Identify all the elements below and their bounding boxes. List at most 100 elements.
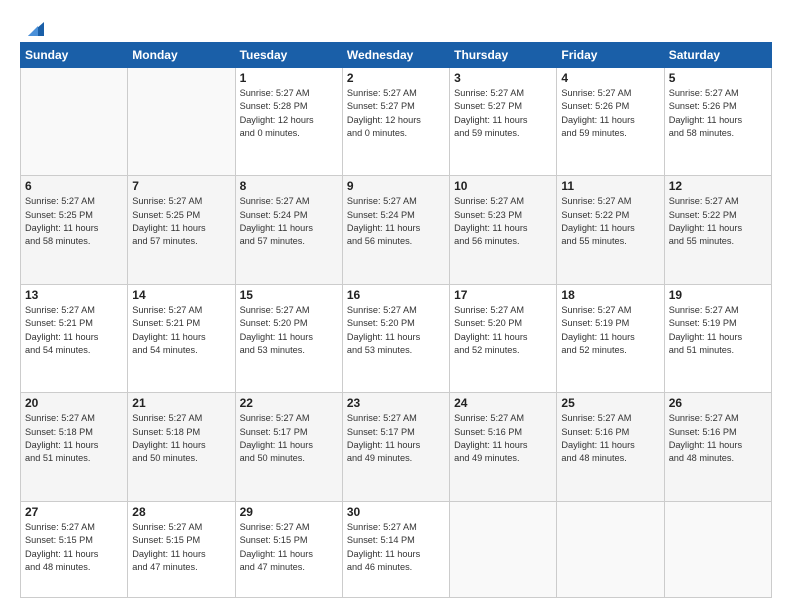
day-cell: 7 Sunrise: 5:27 AM Sunset: 5:25 PM Daylig… bbox=[128, 176, 235, 284]
day-number: 12 bbox=[669, 179, 767, 193]
day-info: Sunrise: 5:27 AM Sunset: 5:23 PM Dayligh… bbox=[454, 195, 552, 248]
day-cell: 17 Sunrise: 5:27 AM Sunset: 5:20 PM Dayli… bbox=[450, 284, 557, 392]
header bbox=[20, 18, 772, 32]
col-header-thursday: Thursday bbox=[450, 43, 557, 68]
day-number: 3 bbox=[454, 71, 552, 85]
day-info: Sunrise: 5:27 AM Sunset: 5:17 PM Dayligh… bbox=[240, 412, 338, 465]
day-number: 29 bbox=[240, 505, 338, 519]
day-cell: 28Sunrise: 5:27 AM Sunset: 5:15 PM Dayli… bbox=[128, 501, 235, 597]
day-cell: 24Sunrise: 5:27 AM Sunset: 5:16 PM Dayli… bbox=[450, 393, 557, 501]
day-cell: 30Sunrise: 5:27 AM Sunset: 5:14 PM Dayli… bbox=[342, 501, 449, 597]
day-info: Sunrise: 5:27 AM Sunset: 5:26 PM Dayligh… bbox=[669, 87, 767, 140]
page: SundayMondayTuesdayWednesdayThursdayFrid… bbox=[0, 0, 792, 612]
day-number: 7 bbox=[132, 179, 230, 193]
day-number: 28 bbox=[132, 505, 230, 519]
day-number: 11 bbox=[561, 179, 659, 193]
day-cell: 9 Sunrise: 5:27 AM Sunset: 5:24 PM Daylig… bbox=[342, 176, 449, 284]
week-row-3: 13 Sunrise: 5:27 AM Sunset: 5:21 PM Dayli… bbox=[21, 284, 772, 392]
day-number: 14 bbox=[132, 288, 230, 302]
day-number: 27 bbox=[25, 505, 123, 519]
day-info: Sunrise: 5:27 AM Sunset: 5:14 PM Dayligh… bbox=[347, 521, 445, 574]
day-info: Sunrise: 5:27 AM Sunset: 5:16 PM Dayligh… bbox=[454, 412, 552, 465]
day-info: Sunrise: 5:27 AM Sunset: 5:25 PM Dayligh… bbox=[25, 195, 123, 248]
day-number: 4 bbox=[561, 71, 659, 85]
day-info: Sunrise: 5:27 AM Sunset: 5:21 PM Dayligh… bbox=[25, 304, 123, 357]
day-number: 6 bbox=[25, 179, 123, 193]
day-cell: 2 Sunrise: 5:27 AM Sunset: 5:27 PM Daylig… bbox=[342, 68, 449, 176]
day-info: Sunrise: 5:27 AM Sunset: 5:19 PM Dayligh… bbox=[561, 304, 659, 357]
day-cell: 1 Sunrise: 5:27 AM Sunset: 5:28 PM Daylig… bbox=[235, 68, 342, 176]
day-cell: 6 Sunrise: 5:27 AM Sunset: 5:25 PM Daylig… bbox=[21, 176, 128, 284]
day-info: Sunrise: 5:27 AM Sunset: 5:18 PM Dayligh… bbox=[132, 412, 230, 465]
day-info: Sunrise: 5:27 AM Sunset: 5:22 PM Dayligh… bbox=[561, 195, 659, 248]
day-cell: 26 Sunrise: 5:27 AM Sunset: 5:16 PM Dayli… bbox=[664, 393, 771, 501]
day-number: 22 bbox=[240, 396, 338, 410]
day-info: Sunrise: 5:27 AM Sunset: 5:21 PM Dayligh… bbox=[132, 304, 230, 357]
day-cell bbox=[450, 501, 557, 597]
day-cell bbox=[128, 68, 235, 176]
col-header-wednesday: Wednesday bbox=[342, 43, 449, 68]
day-number: 18 bbox=[561, 288, 659, 302]
day-cell: 3Sunrise: 5:27 AM Sunset: 5:27 PM Daylig… bbox=[450, 68, 557, 176]
day-info: Sunrise: 5:27 AM Sunset: 5:24 PM Dayligh… bbox=[240, 195, 338, 248]
day-number: 25 bbox=[561, 396, 659, 410]
day-info: Sunrise: 5:27 AM Sunset: 5:20 PM Dayligh… bbox=[454, 304, 552, 357]
day-number: 9 bbox=[347, 179, 445, 193]
day-cell: 11 Sunrise: 5:27 AM Sunset: 5:22 PM Dayli… bbox=[557, 176, 664, 284]
day-info: Sunrise: 5:27 AM Sunset: 5:16 PM Dayligh… bbox=[669, 412, 767, 465]
day-info: Sunrise: 5:27 AM Sunset: 5:15 PM Dayligh… bbox=[25, 521, 123, 574]
day-number: 26 bbox=[669, 396, 767, 410]
logo-icon bbox=[22, 18, 44, 36]
day-cell: 27 Sunrise: 5:27 AM Sunset: 5:15 PM Dayli… bbox=[21, 501, 128, 597]
col-header-friday: Friday bbox=[557, 43, 664, 68]
calendar-table: SundayMondayTuesdayWednesdayThursdayFrid… bbox=[20, 42, 772, 598]
header-row: SundayMondayTuesdayWednesdayThursdayFrid… bbox=[21, 43, 772, 68]
day-number: 13 bbox=[25, 288, 123, 302]
day-cell: 13 Sunrise: 5:27 AM Sunset: 5:21 PM Dayli… bbox=[21, 284, 128, 392]
day-number: 1 bbox=[240, 71, 338, 85]
day-cell: 25 Sunrise: 5:27 AM Sunset: 5:16 PM Dayli… bbox=[557, 393, 664, 501]
week-row-1: 1 Sunrise: 5:27 AM Sunset: 5:28 PM Daylig… bbox=[21, 68, 772, 176]
day-info: Sunrise: 5:27 AM Sunset: 5:20 PM Dayligh… bbox=[240, 304, 338, 357]
day-info: Sunrise: 5:27 AM Sunset: 5:15 PM Dayligh… bbox=[240, 521, 338, 574]
col-header-tuesday: Tuesday bbox=[235, 43, 342, 68]
day-cell: 21 Sunrise: 5:27 AM Sunset: 5:18 PM Dayli… bbox=[128, 393, 235, 501]
day-cell: 22 Sunrise: 5:27 AM Sunset: 5:17 PM Dayli… bbox=[235, 393, 342, 501]
day-number: 21 bbox=[132, 396, 230, 410]
day-cell bbox=[557, 501, 664, 597]
day-cell: 4 Sunrise: 5:27 AM Sunset: 5:26 PM Daylig… bbox=[557, 68, 664, 176]
day-cell: 18 Sunrise: 5:27 AM Sunset: 5:19 PM Dayli… bbox=[557, 284, 664, 392]
day-info: Sunrise: 5:27 AM Sunset: 5:27 PM Dayligh… bbox=[347, 87, 445, 140]
day-info: Sunrise: 5:27 AM Sunset: 5:18 PM Dayligh… bbox=[25, 412, 123, 465]
day-info: Sunrise: 5:27 AM Sunset: 5:24 PM Dayligh… bbox=[347, 195, 445, 248]
day-info: Sunrise: 5:27 AM Sunset: 5:28 PM Dayligh… bbox=[240, 87, 338, 140]
week-row-4: 20Sunrise: 5:27 AM Sunset: 5:18 PM Dayli… bbox=[21, 393, 772, 501]
week-row-5: 27 Sunrise: 5:27 AM Sunset: 5:15 PM Dayli… bbox=[21, 501, 772, 597]
day-number: 2 bbox=[347, 71, 445, 85]
day-info: Sunrise: 5:27 AM Sunset: 5:26 PM Dayligh… bbox=[561, 87, 659, 140]
logo bbox=[20, 18, 44, 32]
day-info: Sunrise: 5:27 AM Sunset: 5:17 PM Dayligh… bbox=[347, 412, 445, 465]
day-cell: 16 Sunrise: 5:27 AM Sunset: 5:20 PM Dayli… bbox=[342, 284, 449, 392]
day-cell: 5Sunrise: 5:27 AM Sunset: 5:26 PM Daylig… bbox=[664, 68, 771, 176]
day-number: 16 bbox=[347, 288, 445, 302]
day-cell: 20Sunrise: 5:27 AM Sunset: 5:18 PM Dayli… bbox=[21, 393, 128, 501]
day-cell: 12 Sunrise: 5:27 AM Sunset: 5:22 PM Dayli… bbox=[664, 176, 771, 284]
col-header-sunday: Sunday bbox=[21, 43, 128, 68]
day-info: Sunrise: 5:27 AM Sunset: 5:25 PM Dayligh… bbox=[132, 195, 230, 248]
week-row-2: 6 Sunrise: 5:27 AM Sunset: 5:25 PM Daylig… bbox=[21, 176, 772, 284]
day-info: Sunrise: 5:27 AM Sunset: 5:16 PM Dayligh… bbox=[561, 412, 659, 465]
day-cell: 15Sunrise: 5:27 AM Sunset: 5:20 PM Dayli… bbox=[235, 284, 342, 392]
day-number: 23 bbox=[347, 396, 445, 410]
day-info: Sunrise: 5:27 AM Sunset: 5:19 PM Dayligh… bbox=[669, 304, 767, 357]
day-number: 17 bbox=[454, 288, 552, 302]
day-number: 10 bbox=[454, 179, 552, 193]
col-header-saturday: Saturday bbox=[664, 43, 771, 68]
col-header-monday: Monday bbox=[128, 43, 235, 68]
day-cell: 10 Sunrise: 5:27 AM Sunset: 5:23 PM Dayli… bbox=[450, 176, 557, 284]
day-number: 19 bbox=[669, 288, 767, 302]
day-info: Sunrise: 5:27 AM Sunset: 5:20 PM Dayligh… bbox=[347, 304, 445, 357]
day-info: Sunrise: 5:27 AM Sunset: 5:22 PM Dayligh… bbox=[669, 195, 767, 248]
day-number: 8 bbox=[240, 179, 338, 193]
day-cell bbox=[664, 501, 771, 597]
